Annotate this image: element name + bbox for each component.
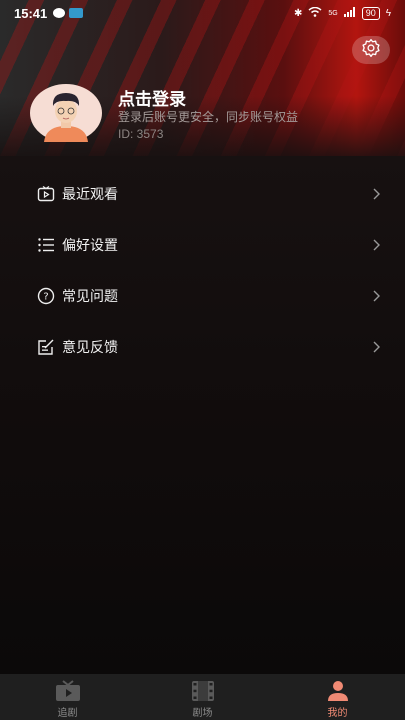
chevron-right-icon	[371, 340, 381, 354]
tab-label: 我的	[327, 708, 348, 719]
settings-button[interactable]	[352, 36, 390, 64]
menu-item-label: 最近观看	[62, 186, 118, 202]
edit-note-icon	[36, 337, 56, 357]
bluetooth-icon: ✱	[293, 7, 303, 19]
signal-icon	[343, 6, 356, 20]
battery-indicator: 90	[361, 6, 380, 20]
tab-label: 剧场	[192, 708, 213, 719]
menu-item-recent[interactable]: 最近观看	[0, 174, 405, 214]
chevron-right-icon	[371, 289, 381, 303]
login-title[interactable]: 点击登录	[118, 85, 186, 110]
menu-item-preferences[interactable]: 偏好设置	[0, 225, 405, 265]
user-id: ID: 3573	[118, 127, 164, 141]
tab-mine[interactable]: 我的	[270, 674, 405, 720]
bottom-tab-bar: 追剧 剧场 我的	[0, 674, 405, 720]
tab-drama[interactable]: 追剧	[0, 674, 135, 720]
tv-play-icon	[36, 184, 56, 204]
menu-item-label: 常见问题	[62, 288, 118, 304]
login-subtitle: 登录后账号更安全，同步账号权益	[118, 110, 299, 124]
tv-icon	[55, 680, 81, 702]
svg-text:?: ?	[43, 292, 48, 303]
gear-icon	[361, 38, 381, 63]
app-notification-icon	[69, 8, 84, 18]
menu-item-label: 偏好设置	[62, 237, 118, 253]
message-icon	[53, 8, 66, 18]
tab-label: 追剧	[57, 708, 78, 719]
wifi-icon	[308, 6, 322, 20]
avatar[interactable]	[30, 84, 102, 142]
person-icon	[326, 680, 350, 702]
menu-item-faq[interactable]: ? 常见问题	[0, 276, 405, 316]
tab-theater[interactable]: 剧场	[135, 674, 270, 720]
menu-item-label: 意见反馈	[62, 339, 118, 355]
list-icon	[36, 235, 56, 255]
menu-item-feedback[interactable]: 意见反馈	[0, 327, 405, 367]
status-time: 15:41	[14, 5, 48, 21]
status-bar: 15:41 ✱ 5G 90 ϟ	[0, 0, 405, 26]
chevron-right-icon	[371, 187, 381, 201]
chevron-right-icon	[371, 238, 381, 252]
charging-icon: ϟ	[385, 7, 391, 19]
question-circle-icon: ?	[36, 286, 56, 306]
network-type: 5G	[328, 9, 338, 17]
film-icon	[191, 680, 215, 702]
